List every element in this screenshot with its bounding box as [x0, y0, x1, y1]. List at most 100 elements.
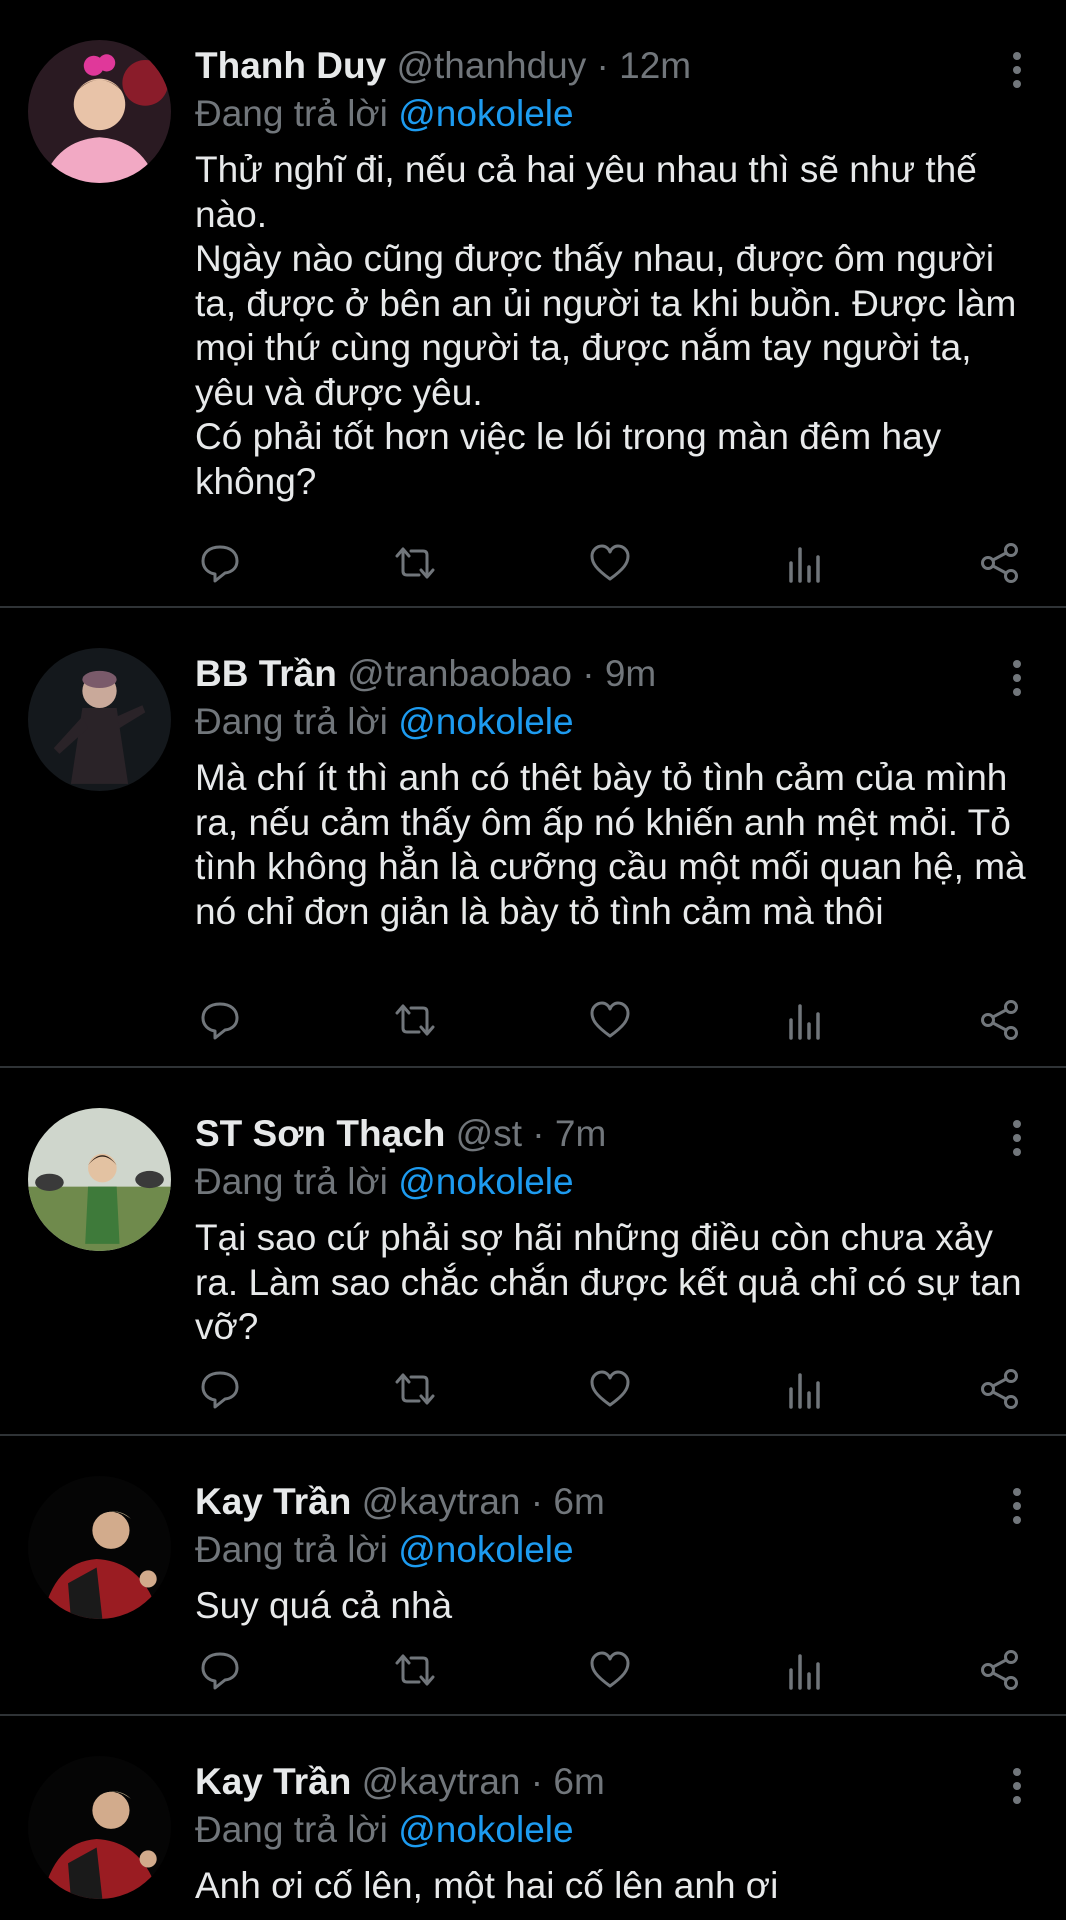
replying-to: Đang trả lời @nokolele: [195, 700, 574, 744]
like-button[interactable]: [585, 538, 635, 588]
tweet-text: Anh ơi cố lên, một hai cố lên anh ơi: [195, 1865, 779, 1906]
tweet-card[interactable]: Kay Trần @kaytran · 6m Đang trả lời @nok…: [0, 1436, 1066, 1716]
mention-link[interactable]: @nokolele: [398, 1809, 573, 1850]
separator: ·: [582, 653, 595, 694]
display-name[interactable]: ST Sơn Thạch: [195, 1113, 445, 1154]
separator: ·: [596, 45, 609, 86]
more-options-icon[interactable]: [1002, 50, 1032, 90]
user-handle[interactable]: @kaytran: [362, 1761, 521, 1802]
action-bar: [195, 1364, 1025, 1414]
timestamp[interactable]: 6m: [553, 1761, 604, 1802]
share-button[interactable]: [975, 1645, 1025, 1695]
separator: ·: [530, 1481, 544, 1522]
tweet-header: ST Sơn Thạch @st · 7m: [195, 1112, 606, 1156]
reply-button[interactable]: [195, 538, 245, 588]
tweet-card[interactable]: Thanh Duy @thanhduy · 12m Đang trả lời @…: [0, 0, 1066, 608]
avatar[interactable]: [28, 1108, 171, 1251]
analytics-icon: [783, 541, 827, 585]
timestamp[interactable]: 6m: [553, 1481, 604, 1522]
more-options-icon[interactable]: [1002, 1118, 1032, 1158]
reply-feed: Thanh Duy @thanhduy · 12m Đang trả lời @…: [0, 0, 1066, 1920]
share-icon: [978, 1367, 1022, 1411]
reply-button[interactable]: [195, 1364, 245, 1414]
like-icon: [588, 541, 632, 585]
like-button[interactable]: [585, 1645, 635, 1695]
like-button[interactable]: [585, 1364, 635, 1414]
separator: ·: [532, 1113, 545, 1154]
separator: ·: [530, 1761, 544, 1802]
timestamp[interactable]: 12m: [619, 45, 691, 86]
share-button[interactable]: [975, 538, 1025, 588]
like-icon: [588, 998, 632, 1042]
more-options-icon[interactable]: [1002, 1766, 1032, 1806]
replying-prefix: Đang trả lời: [195, 701, 388, 742]
avatar[interactable]: [28, 40, 171, 183]
more-options-icon[interactable]: [1002, 658, 1032, 698]
share-button[interactable]: [975, 995, 1025, 1045]
retweet-icon: [393, 1367, 437, 1411]
more-options-icon[interactable]: [1002, 1486, 1032, 1526]
like-button[interactable]: [585, 995, 635, 1045]
share-icon: [978, 1648, 1022, 1692]
retweet-icon: [393, 998, 437, 1042]
analytics-icon: [783, 1367, 827, 1411]
mention-link[interactable]: @nokolele: [398, 701, 573, 742]
display-name[interactable]: Kay Trần: [195, 1481, 351, 1522]
analytics-button[interactable]: [780, 995, 830, 1045]
replying-to: Đang trả lời @nokolele: [195, 92, 574, 136]
tweet-header: BB Trần @tranbaobao · 9m: [195, 652, 656, 696]
retweet-icon: [393, 1648, 437, 1692]
share-icon: [978, 998, 1022, 1042]
reply-icon: [198, 541, 242, 585]
avatar[interactable]: [28, 648, 171, 791]
mention-link[interactable]: @nokolele: [398, 93, 573, 134]
action-bar: [195, 538, 1025, 588]
tweet-text: Mà chí ít thì anh có thêt bày tỏ tình cả…: [195, 757, 1026, 932]
reply-button[interactable]: [195, 995, 245, 1045]
analytics-icon: [783, 1648, 827, 1692]
tweet-text: Suy quá cả nhà: [195, 1585, 453, 1626]
replying-prefix: Đang trả lời: [195, 93, 388, 134]
user-handle[interactable]: @thanhduy: [396, 45, 586, 86]
tweet-text: Tại sao cứ phải sợ hãi những điều còn ch…: [195, 1217, 1022, 1347]
user-handle[interactable]: @tranbaobao: [347, 653, 572, 694]
retweet-button[interactable]: [390, 1364, 440, 1414]
like-icon: [588, 1367, 632, 1411]
timestamp[interactable]: 7m: [555, 1113, 606, 1154]
avatar[interactable]: [28, 1476, 171, 1619]
display-name[interactable]: Thanh Duy: [195, 45, 386, 86]
tweet-card[interactable]: Kay Trần @kaytran · 6m Đang trả lời @nok…: [0, 1716, 1066, 1920]
analytics-icon: [783, 998, 827, 1042]
tweet-header: Thanh Duy @thanhduy · 12m: [195, 44, 691, 88]
like-icon: [588, 1648, 632, 1692]
tweet-card[interactable]: BB Trần @tranbaobao · 9m Đang trả lời @n…: [0, 608, 1066, 1068]
display-name[interactable]: Kay Trần: [195, 1761, 351, 1802]
tweet-text: Thử nghĩ đi, nếu cả hai yêu nhau thì sẽ …: [195, 149, 1017, 502]
avatar[interactable]: [28, 1756, 171, 1899]
replying-to: Đang trả lời @nokolele: [195, 1160, 574, 1204]
tweet-header: Kay Trần @kaytran · 6m: [195, 1760, 605, 1804]
mention-link[interactable]: @nokolele: [398, 1529, 573, 1570]
replying-prefix: Đang trả lời: [195, 1161, 388, 1202]
display-name[interactable]: BB Trần: [195, 653, 337, 694]
retweet-button[interactable]: [390, 995, 440, 1045]
retweet-button[interactable]: [390, 1645, 440, 1695]
reply-icon: [198, 1648, 242, 1692]
reply-icon: [198, 998, 242, 1042]
user-handle[interactable]: @st: [456, 1113, 522, 1154]
reply-button[interactable]: [195, 1645, 245, 1695]
mention-link[interactable]: @nokolele: [398, 1161, 573, 1202]
tweet-header: Kay Trần @kaytran · 6m: [195, 1480, 605, 1524]
retweet-button[interactable]: [390, 538, 440, 588]
analytics-button[interactable]: [780, 538, 830, 588]
action-bar: [195, 1645, 1025, 1695]
reply-icon: [198, 1367, 242, 1411]
replying-to: Đang trả lời @nokolele: [195, 1808, 574, 1852]
analytics-button[interactable]: [780, 1364, 830, 1414]
user-handle[interactable]: @kaytran: [362, 1481, 521, 1522]
tweet-card[interactable]: ST Sơn Thạch @st · 7m Đang trả lời @noko…: [0, 1068, 1066, 1436]
timestamp[interactable]: 9m: [605, 653, 656, 694]
share-button[interactable]: [975, 1364, 1025, 1414]
action-bar: [195, 995, 1025, 1045]
analytics-button[interactable]: [780, 1645, 830, 1695]
